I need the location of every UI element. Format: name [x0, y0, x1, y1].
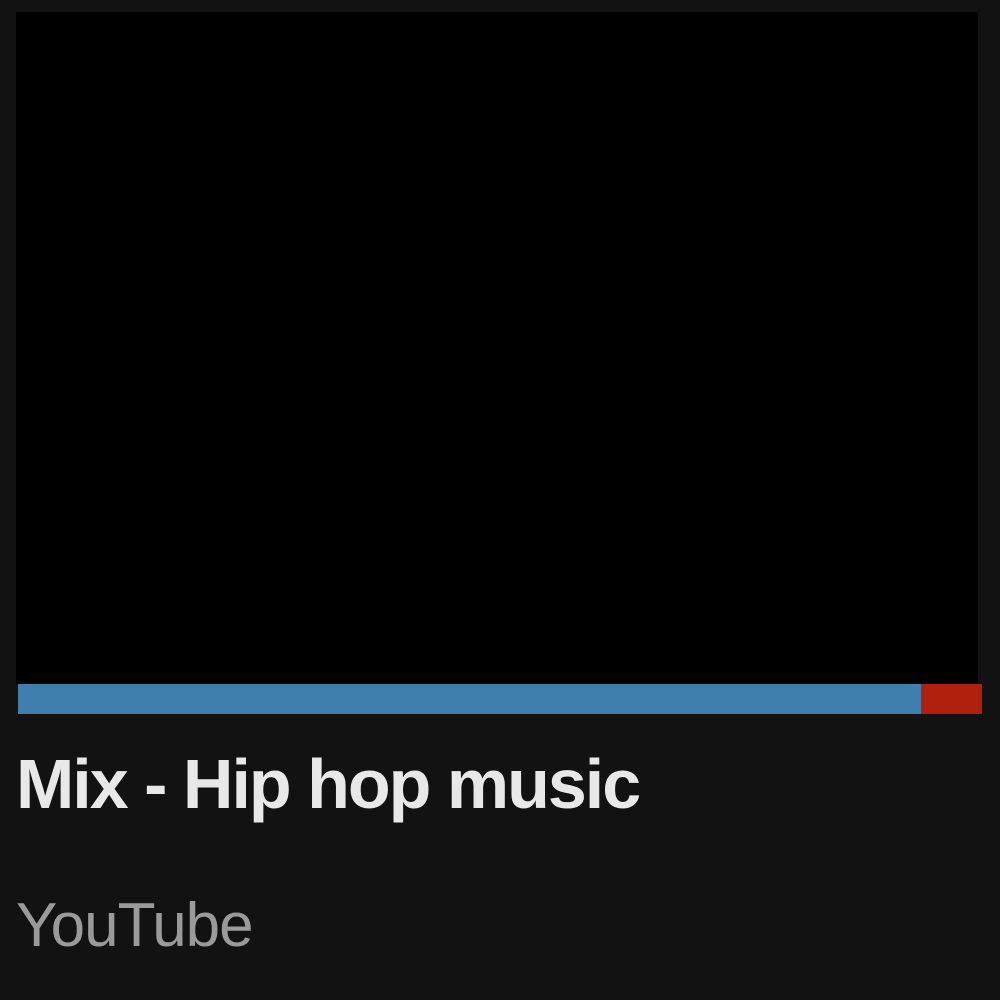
video-card[interactable]: Mix - Hip hop music YouTube [0, 0, 1000, 1000]
watch-progress-fill [18, 684, 922, 714]
video-thumbnail[interactable] [16, 12, 978, 684]
channel-name: YouTube [16, 891, 254, 960]
video-title[interactable]: Mix - Hip hop music [16, 742, 976, 826]
watch-progress-bar [18, 684, 982, 714]
